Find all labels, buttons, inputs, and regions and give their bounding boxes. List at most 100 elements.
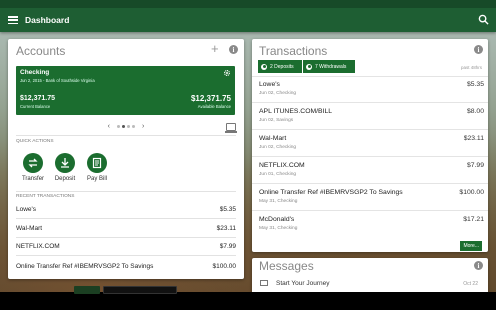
app-bar: Dashboard bbox=[0, 0, 496, 32]
chevron-right-icon[interactable]: › bbox=[142, 123, 144, 130]
period-label: past 48hrs bbox=[460, 65, 482, 70]
available-balance-label: Available Balance bbox=[197, 104, 231, 109]
transaction-row[interactable]: Lowe's Jun 02, Checking $5.35 bbox=[259, 81, 484, 96]
download-icon bbox=[261, 63, 267, 70]
menu-icon[interactable] bbox=[8, 16, 18, 24]
transaction-date: Jun 02, Savings bbox=[259, 118, 294, 123]
transaction-row[interactable]: McDonald's May 31, Checking $17.21 bbox=[259, 216, 484, 231]
transaction-row[interactable]: APL ITUNES.COM/BILL Jun 02, Savings $8.0… bbox=[259, 108, 484, 123]
transfer-button[interactable]: Transfer bbox=[18, 153, 48, 182]
divider bbox=[16, 191, 236, 192]
account-tile-checking[interactable]: Checking Jun 2, 2015 - Bank of Southside… bbox=[16, 66, 235, 115]
account-subtitle: Jun 2, 2015 - Bank of Southside Virginia bbox=[20, 78, 95, 83]
transaction-amount: $5.35 bbox=[466, 81, 484, 88]
divider bbox=[16, 135, 236, 136]
bottom-action-button[interactable] bbox=[74, 286, 100, 294]
transaction-amount: $7.99 bbox=[466, 162, 484, 169]
accounts-title: Accounts bbox=[16, 44, 66, 58]
divider bbox=[252, 129, 488, 130]
divider bbox=[16, 237, 236, 238]
transfer-label: Transfer bbox=[21, 176, 45, 182]
available-balance: $12,371.75 bbox=[190, 94, 231, 103]
status-bar bbox=[0, 0, 496, 8]
deposit-label: Deposit bbox=[54, 176, 76, 182]
recent-amount: $100.00 bbox=[212, 263, 237, 270]
page-dot[interactable] bbox=[132, 125, 135, 128]
page-dot[interactable] bbox=[117, 125, 120, 128]
divider bbox=[252, 76, 488, 77]
transaction-date: May 31, Checking bbox=[259, 226, 298, 231]
transaction-name: McDonald's bbox=[259, 216, 295, 223]
transaction-date: Jun 02, Checking bbox=[259, 145, 297, 150]
transaction-name: APL ITUNES.COM/BILL bbox=[259, 108, 333, 115]
page-dot[interactable] bbox=[127, 125, 130, 128]
recent-row[interactable]: Lowe's $5.35 bbox=[16, 206, 236, 213]
info-icon[interactable]: i bbox=[474, 45, 483, 54]
search-icon[interactable] bbox=[478, 14, 489, 25]
divider bbox=[252, 156, 488, 157]
transfer-icon bbox=[28, 158, 38, 168]
envelope-icon bbox=[260, 280, 268, 287]
transaction-name: Wal-Mart bbox=[259, 135, 287, 142]
withdraw-icon bbox=[306, 63, 312, 70]
divider bbox=[252, 102, 488, 103]
transaction-name: Lowe's bbox=[259, 81, 280, 88]
more-button[interactable]: More... bbox=[460, 241, 482, 251]
info-icon[interactable]: i bbox=[229, 45, 238, 54]
divider bbox=[252, 210, 488, 211]
gear-icon[interactable] bbox=[223, 69, 231, 77]
quick-actions-label: QUICK ACTIONS bbox=[16, 139, 54, 144]
page-dot-active[interactable] bbox=[122, 125, 125, 128]
message-subject: Start Your Journey bbox=[276, 280, 330, 287]
recent-row[interactable]: Wal-Mart $23.11 bbox=[16, 225, 236, 232]
divider bbox=[16, 218, 236, 219]
transaction-amount: $8.00 bbox=[466, 108, 484, 115]
bottom-bar bbox=[0, 286, 496, 310]
transaction-amount: $23.11 bbox=[463, 135, 484, 142]
pay-bill-label: Pay Bill bbox=[86, 176, 107, 182]
transaction-name: NETFLIX.COM bbox=[259, 162, 305, 169]
recent-name: Online Transfer Ref #IBEMRVSGP2 To Savin… bbox=[16, 263, 154, 270]
message-date: Oct 22 bbox=[463, 281, 478, 287]
transaction-date: May 31, Checking bbox=[259, 199, 298, 204]
transactions-title: Transactions bbox=[259, 44, 328, 58]
transaction-row[interactable]: Online Transfer Ref #IBEMRVSGP2 To Savin… bbox=[259, 189, 484, 204]
recent-amount: $7.99 bbox=[219, 243, 236, 250]
account-pager: ‹ › bbox=[8, 123, 244, 130]
info-icon[interactable]: i bbox=[474, 261, 483, 270]
deposit-button[interactable]: Deposit bbox=[50, 153, 80, 182]
withdrawals-filter-label: 7 Withdrawals bbox=[315, 63, 347, 70]
pay-bill-icon bbox=[92, 157, 102, 169]
divider bbox=[252, 183, 488, 184]
accounts-card: Accounts + i Checking Jun 2, 2015 - Bank… bbox=[8, 39, 244, 279]
page-title: Dashboard bbox=[25, 15, 70, 25]
transaction-name: Online Transfer Ref #IBEMRVSGP2 To Savin… bbox=[259, 189, 403, 196]
bottom-action-button[interactable] bbox=[103, 286, 177, 294]
add-account-icon[interactable]: + bbox=[211, 42, 219, 55]
transaction-amount: $100.00 bbox=[459, 189, 484, 196]
recent-amount: $23.11 bbox=[216, 225, 236, 232]
transactions-card: Transactions i 2 Deposits 7 Withdrawals … bbox=[252, 39, 488, 252]
deposits-filter[interactable]: 2 Deposits bbox=[258, 60, 302, 73]
divider bbox=[16, 255, 236, 256]
transaction-row[interactable]: Wal-Mart Jun 02, Checking $23.11 bbox=[259, 135, 484, 150]
pay-bill-button[interactable]: Pay Bill bbox=[82, 153, 112, 182]
recent-row[interactable]: Online Transfer Ref #IBEMRVSGP2 To Savin… bbox=[16, 263, 236, 270]
recent-name: Lowe's bbox=[16, 206, 37, 213]
deposits-filter-label: 2 Deposits bbox=[270, 63, 294, 70]
recent-row[interactable]: NETFLIX.COM $7.99 bbox=[16, 243, 236, 250]
current-balance: $12,371.75 bbox=[20, 95, 56, 102]
withdrawals-filter[interactable]: 7 Withdrawals bbox=[303, 60, 355, 73]
message-row[interactable]: Start Your Journey Oct 22 bbox=[260, 280, 482, 287]
chevron-left-icon[interactable]: ‹ bbox=[108, 123, 110, 130]
recent-name: Wal-Mart bbox=[16, 225, 43, 232]
laptop-icon[interactable] bbox=[225, 123, 237, 133]
messages-title: Messages bbox=[259, 259, 314, 273]
deposit-icon bbox=[61, 158, 69, 168]
account-name: Checking bbox=[20, 69, 50, 76]
transaction-amount: $17.21 bbox=[463, 216, 484, 223]
recent-amount: $5.35 bbox=[219, 206, 236, 213]
transaction-date: Jun 01, Checking bbox=[259, 172, 297, 177]
recent-transactions-label: RECENT TRANSACTIONS bbox=[16, 194, 75, 199]
transaction-row[interactable]: NETFLIX.COM Jun 01, Checking $7.99 bbox=[259, 162, 484, 177]
